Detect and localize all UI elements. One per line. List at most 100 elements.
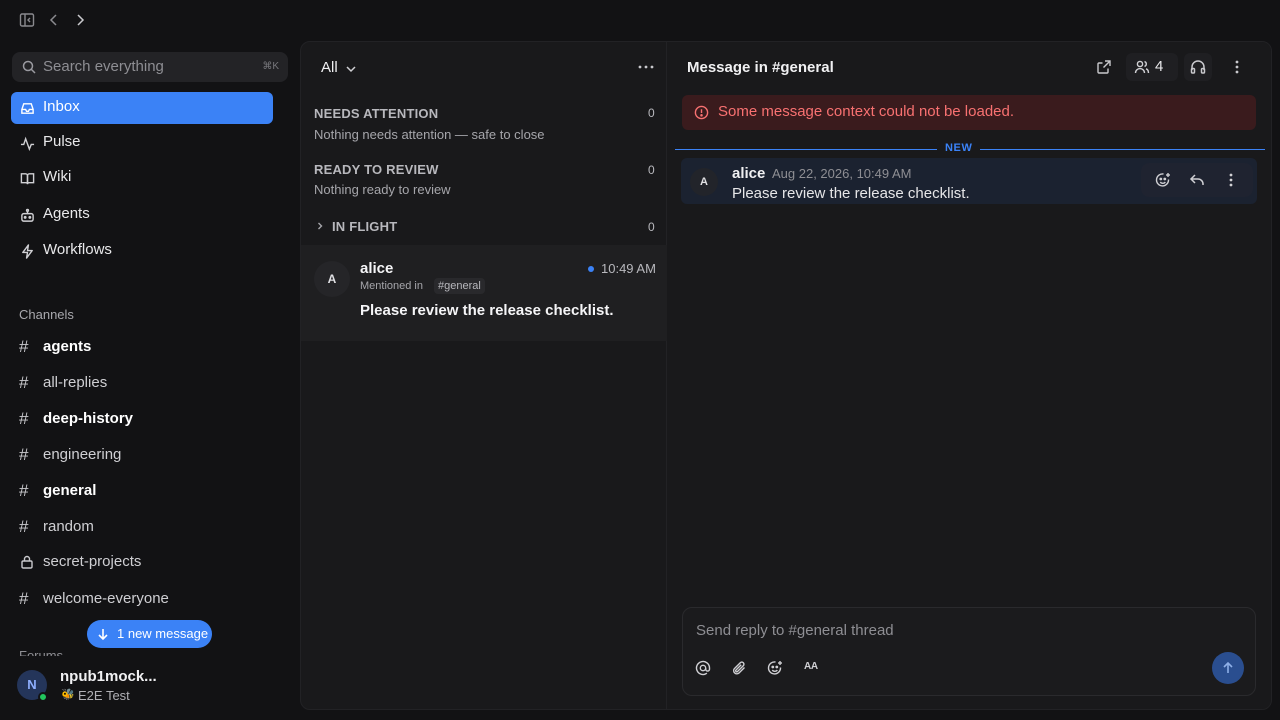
more-vertical-icon[interactable] — [1229, 59, 1245, 75]
channel-label: general — [43, 482, 97, 499]
pulse-icon — [20, 136, 35, 151]
channel-label: engineering — [43, 446, 122, 463]
channel-item-agents[interactable]: # agents — [11, 332, 273, 362]
inbox-item-text: Please review the release checklist. — [360, 302, 614, 319]
chevron-right-icon[interactable] — [315, 221, 325, 231]
nav-item-wiki[interactable]: Wiki — [11, 162, 273, 194]
message-detail: Message in #general 4 Some message conte… — [667, 42, 1271, 709]
nav-item-label: Pulse — [43, 133, 81, 150]
reply-composer[interactable]: Send reply to #general thread AA — [682, 607, 1256, 696]
nav-item-inbox[interactable]: Inbox — [11, 92, 273, 124]
channel-label: deep-history — [43, 410, 134, 427]
hash-icon: # — [19, 481, 29, 500]
group-in-flight-title[interactable]: IN FLIGHT — [332, 219, 397, 234]
huddle-button[interactable] — [1184, 53, 1212, 81]
reply-input[interactable]: Send reply to #general thread — [696, 622, 894, 639]
bot-icon — [20, 208, 35, 223]
bolt-icon — [20, 244, 35, 259]
online-status-dot — [38, 692, 48, 702]
new-message-pill[interactable]: 1 new message — [87, 620, 212, 648]
avatar: A — [690, 168, 718, 196]
add-reaction-icon[interactable] — [1155, 172, 1171, 188]
nav-item-label: Inbox — [43, 98, 80, 115]
status-emoji: 🐝 — [61, 689, 75, 701]
channel-item-general[interactable]: # general — [11, 476, 273, 506]
nav-item-label: Agents — [43, 205, 90, 222]
arrow-down-icon — [96, 627, 110, 641]
more-vertical-icon[interactable] — [1223, 172, 1239, 188]
main-panel: All NEEDS ATTENTION 0 Nothing needs atte… — [300, 41, 1272, 710]
mention-icon[interactable] — [695, 660, 711, 676]
channels-section-title: Channels — [19, 307, 74, 322]
book-icon — [20, 171, 35, 186]
group-ready-to-review-count: 0 — [648, 163, 655, 177]
search-input[interactable]: Search everything ⌘K — [12, 52, 288, 82]
avatar: A — [314, 261, 350, 297]
nav-item-label: Wiki — [43, 168, 72, 185]
channel-label: agents — [43, 338, 92, 355]
unread-dot — [588, 266, 594, 272]
channel-item-engineering[interactable]: # engineering — [11, 440, 273, 470]
sidebar: Search everything ⌘K Inbox Pulse Wiki Ag… — [0, 40, 300, 720]
nav-item-agents[interactable]: Agents — [11, 199, 273, 231]
users-icon — [1134, 59, 1150, 75]
hash-icon: # — [19, 589, 29, 608]
inbox-item-time: 10:49 AM — [601, 261, 656, 276]
detail-title: Message in #general — [687, 59, 834, 76]
hash-icon: # — [19, 517, 29, 536]
arrow-up-icon — [1223, 661, 1233, 673]
open-external-icon[interactable] — [1096, 59, 1112, 75]
sidebar-toggle-icon[interactable] — [19, 12, 35, 28]
user-status: E2E Test — [78, 688, 130, 703]
nav-item-pulse[interactable]: Pulse — [11, 127, 273, 159]
more-options-icon[interactable] — [637, 60, 655, 74]
members-count: 4 — [1155, 58, 1164, 75]
hash-icon: # — [19, 445, 29, 464]
hash-icon: # — [19, 337, 29, 356]
send-button[interactable] — [1212, 652, 1244, 684]
inbox-item[interactable]: A alice 10:49 AM Mentioned in #general P… — [301, 245, 667, 341]
search-icon — [22, 60, 36, 74]
back-arrow-icon[interactable] — [46, 12, 62, 28]
channel-label: secret-projects — [43, 553, 142, 570]
channel-item-secret-projects[interactable]: secret-projects — [11, 547, 273, 577]
channel-item-deep-history[interactable]: # deep-history — [11, 404, 273, 434]
error-banner: Some message context could not be loaded… — [682, 95, 1256, 130]
new-message-label: 1 new message — [117, 626, 209, 641]
attachment-icon[interactable] — [731, 660, 747, 676]
text-format-button[interactable]: AA — [804, 661, 818, 672]
nav-item-label: Workflows — [43, 241, 112, 258]
lock-icon — [20, 555, 34, 569]
channel-item-welcome-everyone[interactable]: # welcome-everyone — [11, 584, 273, 614]
nav-item-workflows[interactable]: Workflows — [11, 235, 273, 267]
inbox-item-author: alice — [360, 260, 394, 277]
group-ready-to-review-title: READY TO REVIEW — [314, 162, 439, 177]
group-needs-attention-empty: Nothing needs attention — safe to close — [314, 127, 545, 142]
hash-icon: # — [19, 373, 29, 392]
message-actions-toolbar — [1141, 163, 1253, 197]
error-message: Some message context could not be loaded… — [718, 103, 1015, 120]
headphones-icon — [1190, 59, 1206, 75]
forward-arrow-icon[interactable] — [72, 12, 88, 28]
channel-label: welcome-everyone — [43, 590, 169, 607]
channel-label: random — [43, 518, 94, 535]
message-author[interactable]: alice — [732, 165, 765, 182]
channel-item-all-replies[interactable]: # all-replies — [11, 368, 273, 398]
user-name: npub1mock... — [60, 668, 157, 685]
group-needs-attention-count: 0 — [648, 106, 655, 120]
filter-label: All — [321, 59, 338, 76]
reply-icon[interactable] — [1189, 172, 1205, 188]
group-ready-to-review-empty: Nothing ready to review — [314, 182, 451, 197]
group-needs-attention-title: NEEDS ATTENTION — [314, 106, 439, 121]
new-divider-label: NEW — [937, 142, 981, 154]
members-button[interactable]: 4 — [1126, 53, 1178, 81]
channel-item-random[interactable]: # random — [11, 512, 273, 542]
inbox-icon — [20, 101, 35, 116]
inbox-item-channel-tag[interactable]: #general — [434, 278, 485, 294]
message-text: Please review the release checklist. — [732, 185, 970, 202]
emoji-icon[interactable] — [767, 660, 783, 676]
search-placeholder: Search everything — [43, 58, 164, 75]
inbox-list: All NEEDS ATTENTION 0 Nothing needs atte… — [301, 42, 667, 709]
current-user[interactable]: N npub1mock... 🐝 E2E Test — [0, 660, 300, 720]
message-item[interactable]: A alice Aug 22, 2026, 10:49 AM Please re… — [681, 158, 1257, 204]
